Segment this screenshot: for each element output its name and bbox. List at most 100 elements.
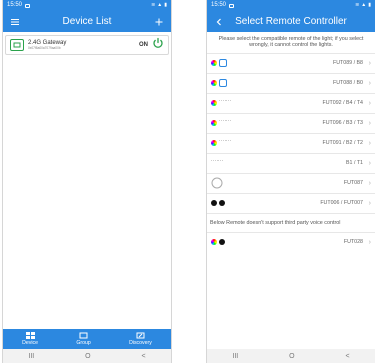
remote-item[interactable]: FUT089 / B8 › (207, 52, 375, 73)
remote-thumbnail (211, 76, 235, 90)
bottom-tab-bar: Device Group Discovery (3, 329, 171, 349)
system-nav-bar: III O < (207, 349, 375, 363)
knob-icon (211, 177, 223, 189)
remote-dot-icon (219, 239, 225, 246)
chevron-right-icon: › (368, 99, 371, 107)
chevron-right-icon: › (368, 119, 371, 127)
chevron-right-icon: › (368, 79, 371, 87)
status-icons: ≋ ▲ ▮ (151, 0, 167, 11)
voice-control-note: Below Remote doesn't support third party… (207, 212, 375, 232)
remote-square-icon (219, 79, 227, 88)
remote-bars-icon (211, 159, 223, 167)
color-wheel-icon (211, 80, 217, 87)
app-bar: Device List (3, 11, 171, 32)
signal-icon: ▲ (361, 2, 367, 8)
remote-thumbnail (211, 96, 235, 110)
remote-bars-icon (219, 99, 231, 107)
remote-thumbnail (211, 136, 235, 150)
chevron-right-icon: › (368, 179, 371, 187)
remote-code: FUT006 / FUT007 (320, 200, 363, 207)
remote-dot-icon (219, 200, 225, 207)
gateway-icon (10, 39, 24, 51)
remote-code: FUT087 (343, 180, 363, 187)
home-button[interactable]: O (289, 353, 294, 360)
remote-thumbnail (211, 156, 235, 170)
tab-group[interactable]: Group (76, 332, 91, 346)
power-icon (153, 37, 163, 48)
remote-thumbnail (211, 176, 235, 190)
tab-discovery[interactable]: Discovery (129, 332, 152, 346)
remote-code: FUT091 / B2 / T2 (322, 140, 363, 147)
wifi-icon: ≋ (355, 2, 360, 8)
page-title: Device List (62, 16, 112, 27)
discovery-icon (136, 332, 145, 339)
remote-item[interactable]: FUT092 / B4 / T4 › (207, 92, 375, 113)
battery-icon: ▮ (368, 2, 371, 8)
tab-discovery-label: Discovery (129, 339, 152, 346)
chevron-right-icon: › (368, 139, 371, 147)
remote-dot-icon (211, 200, 217, 207)
remote-item[interactable]: FUT091 / B2 / T2 › (207, 132, 375, 153)
grid-icon (25, 331, 35, 339)
page-title: Select Remote Controller (235, 16, 347, 27)
image-icon (25, 3, 31, 8)
remote-item[interactable]: FUT096 / B3 / T3 › (207, 112, 375, 133)
gateway-name: 2.4G Gateway (28, 39, 67, 46)
gateway-text: 2.4G Gateway 0x07f8a00a7079aa00b (28, 40, 139, 50)
remote-bars-icon (219, 139, 231, 147)
back-button[interactable]: < (141, 353, 145, 360)
group-icon (79, 332, 88, 339)
remote-thumbnail (211, 235, 235, 249)
remote-item[interactable]: B1 / T1 › (207, 152, 375, 173)
status-icons: ≋ ▲ ▮ (355, 0, 371, 11)
remote-item[interactable]: FUT006 / FUT007 › (207, 192, 375, 213)
battery-icon: ▮ (164, 2, 167, 8)
tab-device[interactable]: Device (22, 331, 39, 346)
menu-icon[interactable] (9, 16, 21, 28)
remote-list: FUT089 / B8 › FUT088 / B0 › FUT092 / B4 … (207, 52, 375, 252)
status-time: 15:50 (7, 2, 23, 8)
tab-device-label: Device (22, 339, 39, 346)
phone-select-remote: 15:50 ≋ ▲ ▮ Select Remote Controller Ple… (207, 0, 375, 363)
remote-item[interactable]: FUT028 › (207, 231, 375, 252)
chevron-right-icon: › (368, 238, 371, 246)
tab-group-label: Group (76, 339, 91, 346)
instruction-text: Please select the compatible remote of t… (218, 36, 364, 49)
wifi-icon: ≋ (151, 2, 156, 8)
remote-thumbnail (211, 196, 235, 210)
recents-button[interactable]: III (28, 353, 34, 360)
power-button[interactable] (152, 36, 164, 54)
status-bar: 15:50 ≋ ▲ ▮ (3, 0, 171, 11)
remote-code: B1 / T1 (346, 160, 363, 167)
chevron-right-icon: › (368, 159, 371, 167)
color-wheel-icon (211, 100, 217, 107)
back-icon[interactable] (213, 16, 225, 28)
remote-code: FUT088 / B0 (332, 80, 363, 87)
image-icon (229, 3, 235, 8)
home-button[interactable]: O (85, 353, 90, 360)
remote-code: FUT089 / B8 (332, 60, 363, 67)
remote-code: FUT096 / B3 / T3 (322, 120, 363, 127)
add-icon[interactable] (153, 16, 165, 28)
color-wheel-icon (211, 239, 217, 246)
app-bar: Select Remote Controller (207, 11, 375, 32)
color-wheel-icon (211, 120, 217, 127)
remote-bars-icon (219, 119, 231, 127)
status-time: 15:50 (211, 2, 227, 8)
status-bar: 15:50 ≋ ▲ ▮ (207, 0, 375, 11)
remote-item[interactable]: FUT088 / B0 › (207, 72, 375, 93)
remote-item[interactable]: FUT087 › (207, 172, 375, 193)
phone-device-list: 15:50 ≋ ▲ ▮ Device List 2.4G Gateway 0x0… (3, 0, 171, 363)
recents-button[interactable]: III (232, 353, 238, 360)
system-nav-bar: III O < (3, 349, 171, 363)
gateway-id: 0x07f8a00a7079aa00b (28, 45, 61, 50)
signal-icon: ▲ (157, 2, 163, 8)
remote-thumbnail (211, 116, 235, 130)
chevron-right-icon: › (368, 59, 371, 67)
gateway-list-item[interactable]: 2.4G Gateway 0x07f8a00a7079aa00b ON (5, 35, 169, 55)
remote-thumbnail (211, 56, 235, 70)
remote-square-icon (219, 59, 227, 68)
back-button[interactable]: < (345, 353, 349, 360)
color-wheel-icon (211, 60, 217, 67)
